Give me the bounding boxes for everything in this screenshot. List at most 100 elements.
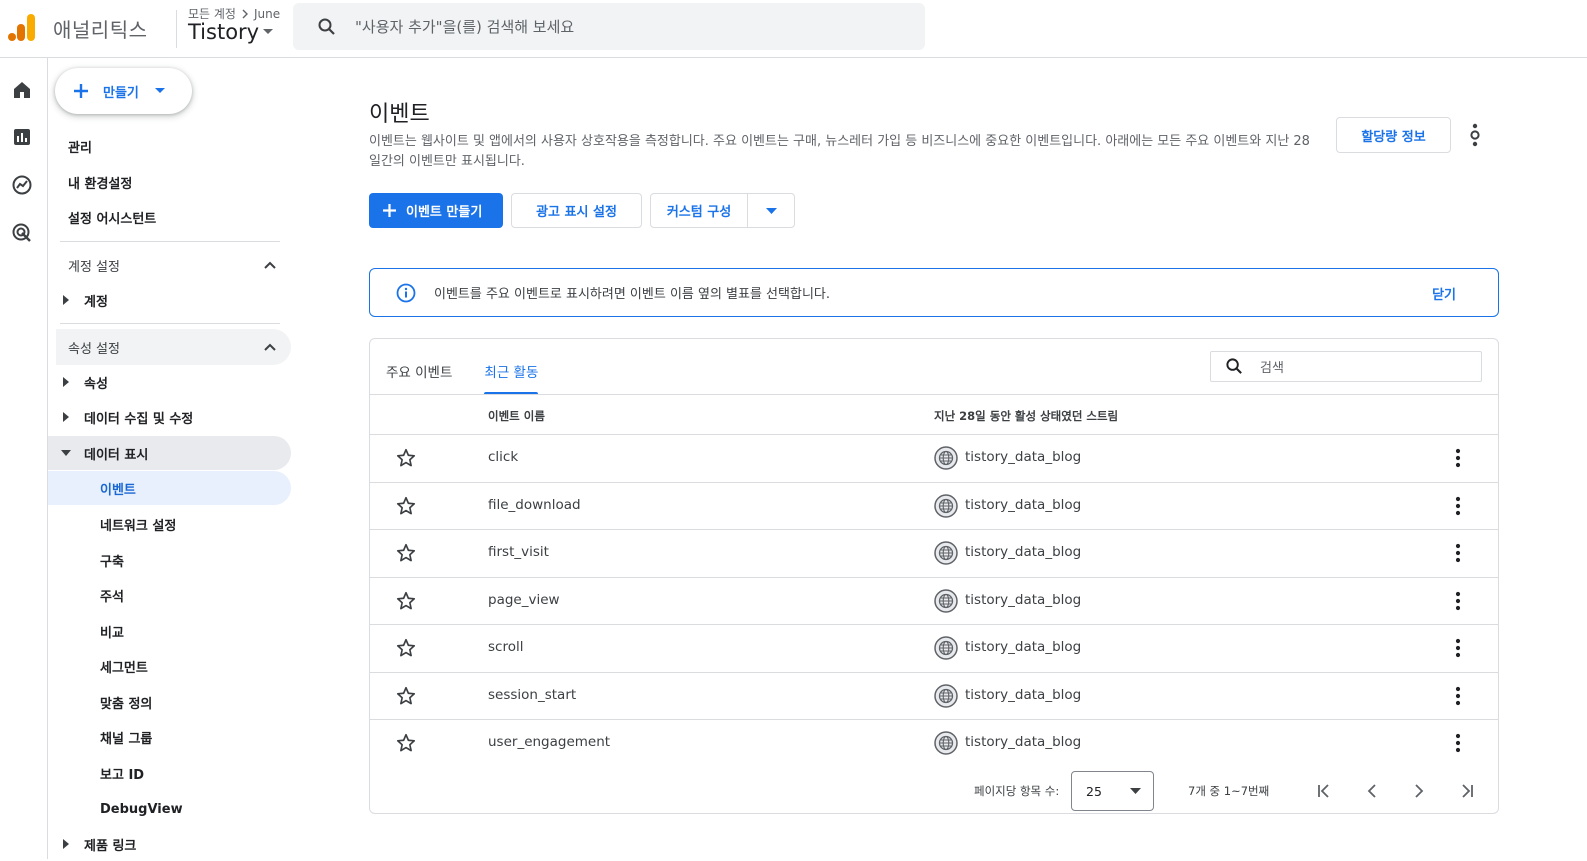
home-icon[interactable] (10, 78, 34, 102)
create-button[interactable]: 만들기 (55, 68, 192, 114)
star-icon[interactable] (395, 685, 417, 707)
nav-item-admin[interactable]: 관리 (68, 129, 92, 163)
previous-page-icon[interactable] (1362, 781, 1382, 801)
stream-name: tistory_data_blog (965, 449, 1082, 465)
ad-display-settings-button[interactable]: 광고 표시 설정 (511, 193, 642, 228)
section-account-settings[interactable]: 계정 설정 (56, 247, 291, 283)
subnav-item-events[interactable]: 이벤트 (48, 471, 291, 505)
subnav-item-reporting-id[interactable]: 보고 ID (48, 756, 291, 790)
info-icon (396, 283, 416, 302)
more-vert-icon[interactable] (1454, 447, 1462, 469)
more-vert-icon[interactable] (1454, 542, 1462, 564)
event-name[interactable]: user_engagement (488, 734, 610, 750)
star-icon[interactable] (395, 637, 417, 659)
more-vert-icon[interactable] (1454, 590, 1462, 612)
nav-divider (60, 241, 280, 242)
star-icon[interactable] (395, 732, 417, 754)
subnav-item-channel-groups[interactable]: 채널 그룹 (48, 720, 291, 754)
column-header-streams[interactable]: 지난 28일 동안 활성 상태였던 스트림 (934, 408, 1118, 424)
table-row[interactable]: scroll tistory_data_blog (370, 625, 1498, 673)
subnav-item-segments[interactable]: 세그먼트 (48, 649, 291, 683)
event-name[interactable]: session_start (488, 687, 576, 703)
star-icon[interactable] (395, 590, 417, 612)
table-row[interactable]: first_visit tistory_data_blog (370, 530, 1498, 578)
tree-item-property[interactable]: 속성 (48, 365, 291, 399)
custom-config-dropdown[interactable] (748, 194, 794, 227)
caret-down-icon (765, 207, 777, 214)
custom-config-button[interactable]: 커스텀 구성 (651, 194, 748, 227)
caret-right-icon (63, 295, 69, 305)
column-header-event-name[interactable]: 이벤트 이름 (488, 408, 545, 424)
nav-item-preferences[interactable]: 내 환경설정 (68, 165, 132, 199)
app-name: 애널리틱스 (53, 18, 148, 42)
analytics-logo-icon[interactable] (8, 12, 36, 42)
subnav-item-comparisons[interactable]: 비교 (48, 614, 291, 648)
subnav-item-debugview[interactable]: DebugView (48, 792, 291, 826)
table-row[interactable]: session_start tistory_data_blog (370, 673, 1498, 720)
star-icon[interactable] (395, 447, 417, 469)
reports-icon[interactable] (10, 125, 34, 149)
table-row[interactable]: page_view tistory_data_blog (370, 578, 1498, 625)
tree-item-data-display[interactable]: 데이터 표시 (48, 436, 291, 470)
subnav-item-network-settings[interactable]: 네트워크 설정 (48, 507, 291, 541)
tab-recent-activity[interactable]: 최근 활동 (484, 359, 538, 395)
event-name[interactable]: click (488, 449, 518, 465)
subnav-item-annotations[interactable]: 주석 (48, 578, 291, 612)
search-icon (318, 18, 335, 35)
page-description: 이벤트는 웹사이트 및 앱에서의 사용자 상호작용을 측정합니다. 주요 이벤트… (369, 134, 1310, 169)
first-page-icon[interactable] (1314, 781, 1334, 801)
tree-item-account[interactable]: 계정 (48, 283, 291, 317)
tab-key-events[interactable]: 주요 이벤트 (386, 359, 452, 395)
table-header: 이벤트 이름 지난 28일 동안 활성 상태였던 스트림 (370, 394, 1498, 435)
advertising-icon[interactable] (10, 221, 34, 245)
subnav-item-build[interactable]: 구축 (48, 543, 291, 577)
nav-divider (60, 323, 280, 324)
web-stream-icon (934, 636, 958, 660)
stream-name: tistory_data_blog (965, 734, 1082, 750)
event-name[interactable]: first_visit (488, 544, 549, 560)
more-vert-icon[interactable] (1465, 122, 1485, 148)
more-vert-icon[interactable] (1454, 637, 1462, 659)
quota-info-button[interactable]: 할당량 정보 (1336, 117, 1451, 153)
tree-item-data-collection[interactable]: 데이터 수집 및 수정 (48, 400, 291, 434)
breadcrumb-account[interactable]: June (254, 7, 280, 21)
more-vert-icon[interactable] (1454, 732, 1462, 754)
section-property-settings[interactable]: 속성 설정 (56, 329, 291, 365)
subnav-item-custom-definitions[interactable]: 맞춤 정의 (48, 685, 291, 719)
create-event-label: 이벤트 만들기 (406, 205, 483, 220)
table-search-input[interactable]: 검색 (1260, 357, 1284, 376)
tree-item-product-links[interactable]: 제품 링크 (48, 827, 291, 861)
event-name[interactable]: file_download (488, 497, 581, 513)
caret-down-icon (1130, 788, 1141, 794)
more-vert-icon[interactable] (1454, 685, 1462, 707)
web-stream-icon (934, 588, 958, 613)
web-stream-icon (934, 731, 958, 755)
banner-close-button[interactable]: 닫기 (1432, 284, 1456, 303)
caret-right-icon (63, 412, 69, 422)
stream-name: tistory_data_blog (965, 496, 1082, 513)
star-icon[interactable] (395, 495, 417, 517)
search-input[interactable]: "사용자 추가"을(를) 검색해 보세요 (355, 16, 574, 37)
table-row[interactable]: file_download tistory_data_blog (370, 483, 1498, 530)
next-page-icon[interactable] (1409, 781, 1429, 801)
rows-per-page-select[interactable]: 25 (1071, 771, 1154, 811)
property-selector[interactable]: Tistory (188, 20, 274, 44)
table-row[interactable]: user_engagement tistory_data_blog (370, 720, 1498, 768)
last-page-icon[interactable] (1457, 781, 1477, 801)
event-name[interactable]: scroll (488, 639, 523, 655)
plus-icon (383, 204, 396, 217)
rows-per-page-value: 25 (1086, 783, 1102, 799)
section-title: 속성 설정 (68, 341, 120, 357)
global-search[interactable]: "사용자 추가"을(를) 검색해 보세요 (293, 3, 925, 50)
web-stream-icon (934, 493, 958, 518)
page-title: 이벤트 (369, 102, 430, 127)
more-vert-icon[interactable] (1454, 495, 1462, 517)
stream-name: tistory_data_blog (965, 544, 1082, 560)
create-event-button[interactable]: 이벤트 만들기 (369, 193, 503, 228)
table-search[interactable]: 검색 (1210, 351, 1482, 382)
explore-icon[interactable] (10, 173, 34, 197)
nav-item-setup-assistant[interactable]: 설정 어시스턴트 (68, 200, 156, 234)
event-name[interactable]: page_view (488, 592, 560, 608)
table-row[interactable]: click tistory_data_blog (370, 435, 1498, 483)
star-icon[interactable] (395, 542, 417, 564)
